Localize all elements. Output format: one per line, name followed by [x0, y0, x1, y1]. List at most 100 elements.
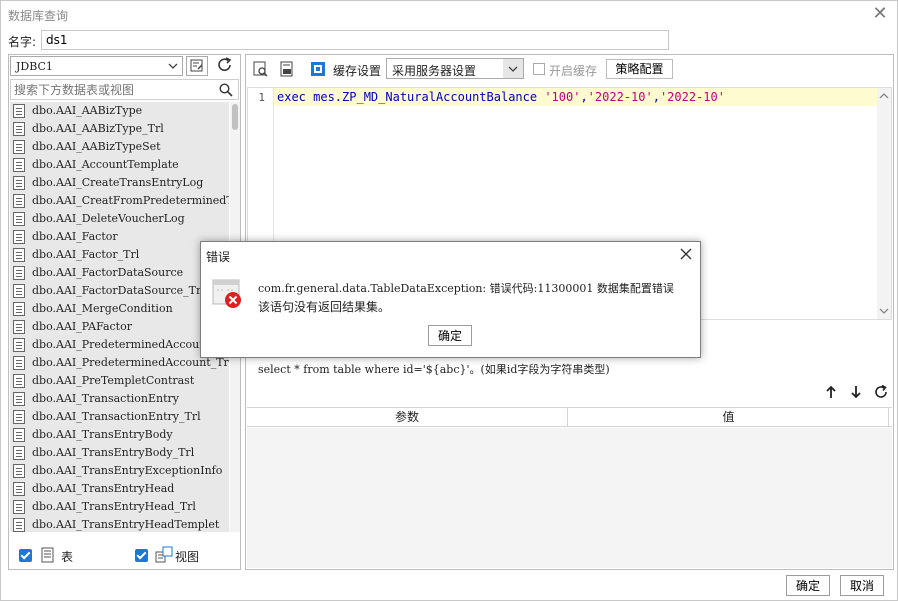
table-icon	[13, 500, 25, 514]
table-list-item[interactable]: dbo.AAI_PredeterminedAccount_Trl	[10, 354, 229, 372]
scrollbar-thumb[interactable]	[232, 104, 238, 130]
cache-mode-selected: 采用服务器设置	[392, 64, 477, 78]
sql-code: exec mes.ZP_MD_NaturalAccountBalance '10…	[277, 90, 725, 104]
table-list-item[interactable]: dbo.AAI_TransEntryHeadTemplet	[10, 516, 229, 532]
cache-mode-select[interactable]: 采用服务器设置	[386, 58, 524, 79]
name-label: 名字:	[8, 35, 37, 49]
close-icon[interactable]: ✕	[871, 5, 889, 23]
table-icon	[41, 547, 54, 563]
error-ok-button[interactable]: 确定	[428, 325, 472, 346]
refresh-button[interactable]	[215, 56, 237, 76]
close-icon[interactable]	[678, 246, 694, 262]
sql-icon[interactable]	[279, 61, 295, 77]
table-search-input[interactable]	[14, 81, 214, 98]
table-list-item[interactable]: dbo.AAI_AABizType	[10, 102, 229, 120]
param-table-body	[247, 428, 892, 568]
sql-arg: '2022-10'	[659, 90, 725, 104]
table-search	[10, 79, 239, 100]
table-list-item[interactable]: dbo.AAI_AABizTypeSet	[10, 138, 229, 156]
table-list-item[interactable]: dbo.AAI_CreateTransEntryLog	[10, 174, 229, 192]
search-icon[interactable]	[219, 83, 233, 97]
value-column-header: 值	[569, 408, 889, 426]
table-list-item[interactable]: dbo.AAI_DeleteVoucherLog	[10, 210, 229, 228]
title-bar: 数据库查询 ✕	[1, 1, 897, 29]
database-query-window: 数据库查询 ✕ 名字: JDBC1 dbo.AAI_AABizType dbo.…	[0, 0, 898, 601]
table-icon	[13, 140, 25, 154]
cache-mode-dropdown[interactable]	[503, 59, 523, 78]
show-views-label: 视图	[175, 550, 200, 564]
error-message-detail: com.fr.general.data.TableDataException: …	[258, 282, 674, 295]
name-row: 名字:	[1, 30, 897, 52]
table-icon	[13, 338, 25, 352]
table-list-item[interactable]: dbo.AAI_TransEntryHead	[10, 480, 229, 498]
arrow-up-icon[interactable]	[825, 385, 837, 399]
chevron-up-icon[interactable]	[878, 91, 890, 101]
preview-icon[interactable]	[253, 61, 269, 77]
table-list-item[interactable]: dbo.AAI_MergeCondition	[10, 300, 229, 318]
edit-connection-button[interactable]	[186, 56, 208, 76]
table-list-item[interactable]: dbo.AAI_Factor_Trl	[10, 246, 229, 264]
refresh-icon	[218, 57, 232, 71]
table-icon	[13, 482, 25, 496]
connection-select[interactable]: JDBC1	[10, 56, 183, 76]
show-views-checkbox[interactable]	[135, 549, 148, 562]
error-dialog-title: 错误	[206, 250, 231, 264]
table-list-item[interactable]: dbo.AAI_CreatFromPredeterminedTem	[10, 192, 229, 210]
window-title: 数据库查询	[8, 9, 69, 23]
code-line[interactable]: exec mes.ZP_MD_NaturalAccountBalance '10…	[274, 88, 877, 106]
strategy-config-button[interactable]: 策略配置	[606, 59, 673, 79]
line-number: 1	[258, 91, 265, 104]
table-icon	[13, 374, 25, 388]
ok-button[interactable]: 确定	[786, 575, 830, 596]
editor-scrollbar[interactable]	[877, 88, 891, 319]
table-icon	[13, 464, 25, 478]
error-icon	[212, 279, 241, 308]
param-table-header: 参数 值	[247, 407, 892, 427]
arrow-down-icon[interactable]	[850, 385, 862, 399]
table-list-item[interactable]: dbo.AAI_AABizType_Trl	[10, 120, 229, 138]
list-filter-bar: 表 视图	[10, 543, 239, 567]
table-list-item[interactable]: dbo.AAI_Factor	[10, 228, 229, 246]
table-list-item[interactable]: dbo.AAI_PreTempletContrast	[10, 372, 229, 390]
query-toolbar: 缓存设置 采用服务器设置 开启缓存 策略配置	[246, 55, 893, 83]
param-toolbar	[817, 383, 889, 401]
table-icon	[13, 122, 25, 136]
table-icon	[13, 284, 25, 298]
table-list-item[interactable]: dbo.AAI_FactorDataSource_Trl	[10, 282, 229, 300]
table-list-item[interactable]: dbo.AAI_PredeterminedAccount	[10, 336, 229, 354]
table-icon	[13, 446, 25, 460]
table-list-item[interactable]: dbo.AAI_TransEntryBody_Trl	[10, 444, 229, 462]
show-tables-label: 表	[61, 550, 74, 564]
error-dialog: 错误 com.fr.general.data.TableDataExceptio…	[200, 241, 701, 358]
table-list-item[interactable]: dbo.AAI_FactorDataSource	[10, 264, 229, 282]
show-tables-checkbox[interactable]	[19, 549, 32, 562]
table-list-item[interactable]: dbo.AAI_AccountTemplate	[10, 156, 229, 174]
chevron-down-icon[interactable]	[878, 306, 890, 316]
error-message-summary: 该语句没有返回结果集。	[258, 300, 391, 314]
name-input[interactable]	[41, 30, 669, 50]
enable-cache-checkbox[interactable]	[533, 63, 545, 75]
cancel-button[interactable]: 取消	[840, 575, 884, 596]
connection-selected: JDBC1	[16, 60, 53, 73]
sql-arg: '2022-10'	[587, 90, 653, 104]
table-icon	[13, 410, 25, 424]
table-icon	[13, 356, 25, 370]
table-icon	[13, 212, 25, 226]
chevron-down-icon	[168, 63, 178, 69]
table-list-item[interactable]: dbo.AAI_TransEntryExceptionInfo	[10, 462, 229, 480]
refresh-icon[interactable]	[873, 384, 889, 400]
table-list-item[interactable]: dbo.AAI_TransEntryHead_Trl	[10, 498, 229, 516]
cache-settings-label: 缓存设置	[333, 64, 382, 78]
table-icon	[13, 176, 25, 190]
enable-cache-label: 开启缓存	[549, 64, 598, 78]
chevron-down-icon	[508, 66, 518, 72]
table-icon	[13, 302, 25, 316]
table-icon	[13, 248, 25, 262]
table-list-item[interactable]: dbo.AAI_PAFactor	[10, 318, 229, 336]
table-icon	[13, 320, 25, 334]
table-list: dbo.AAI_AABizType dbo.AAI_AABizType_Trl …	[10, 102, 229, 532]
table-list-item[interactable]: dbo.AAI_TransactionEntry_Trl	[10, 408, 229, 426]
table-list-item[interactable]: dbo.AAI_TransactionEntry	[10, 390, 229, 408]
param-hint: select * from table where id='${abc}'。(如…	[258, 363, 610, 376]
table-list-item[interactable]: dbo.AAI_TransEntryBody	[10, 426, 229, 444]
